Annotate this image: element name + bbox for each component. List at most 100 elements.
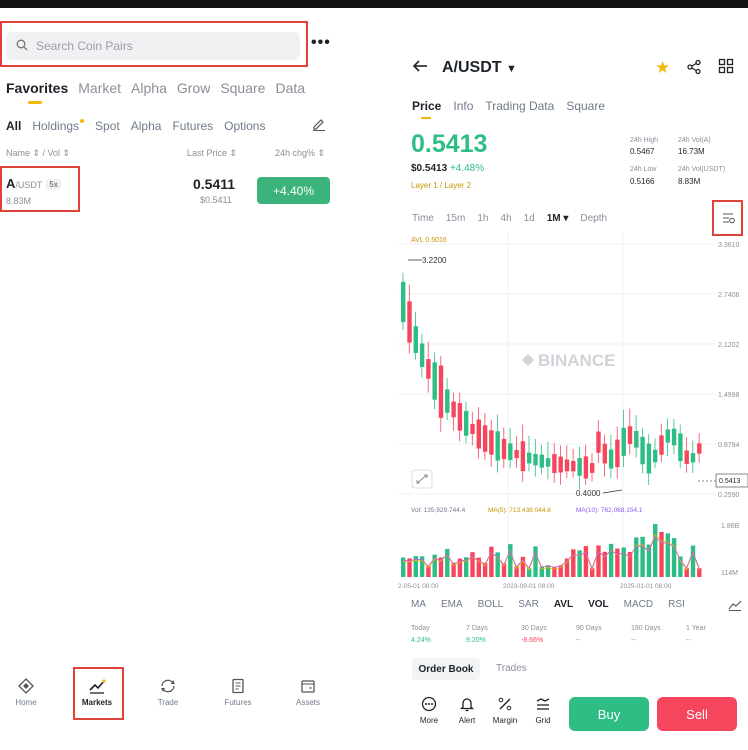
action-grid[interactable]: Grid — [527, 696, 559, 725]
high-marker: 3.2200 — [422, 256, 447, 265]
ind-ma[interactable]: MA — [411, 599, 426, 610]
detail-tabs: Price Info Trading Data Square — [412, 99, 605, 119]
candle — [482, 425, 488, 452]
action-more[interactable]: More — [413, 696, 445, 725]
interval-1d[interactable]: 1d — [524, 213, 535, 224]
interval-tabs: Time 15m 1h 4h 1d 1M ▾ Depth — [412, 213, 607, 224]
volume-bar — [545, 565, 551, 577]
tab-price[interactable]: Price — [412, 99, 441, 119]
action-alert[interactable]: Alert — [451, 696, 483, 725]
candle — [697, 443, 702, 454]
highlight-markets — [73, 667, 124, 720]
price-usd: $0.5413 +4.48% — [411, 163, 484, 174]
tab-square[interactable]: Square — [220, 80, 265, 96]
action-alert-label: Alert — [458, 716, 476, 725]
coin-change-button[interactable]: +4.40% — [257, 177, 330, 204]
interval-time[interactable]: Time — [412, 213, 434, 224]
tab-trades[interactable]: Trades — [496, 663, 527, 674]
interval-1h[interactable]: 1h — [477, 213, 488, 224]
volume-bar — [659, 531, 664, 577]
perf-label: Today — [411, 625, 430, 632]
ind-boll[interactable]: BOLL — [478, 599, 504, 610]
highlight-settings — [712, 200, 743, 236]
ind-avl[interactable]: AVL — [554, 599, 573, 610]
header-last-price[interactable]: Last Price ⇕ — [187, 148, 237, 159]
tab-trading-data[interactable]: Trading Data — [485, 99, 554, 113]
subtab-holdings[interactable]: Holdings — [32, 119, 85, 133]
vol-tick-bottom: 114M — [721, 570, 738, 577]
volume-bar — [634, 537, 639, 577]
candle — [407, 301, 412, 343]
tab-data[interactable]: Data — [275, 80, 305, 96]
candle — [401, 281, 406, 323]
indicator-chart-icon[interactable] — [728, 598, 742, 616]
tab-alpha[interactable]: Alpha — [131, 80, 167, 96]
buy-button[interactable]: Buy — [569, 697, 649, 731]
interval-1m[interactable]: 1M ▾ — [547, 213, 569, 224]
candle — [552, 454, 557, 473]
interval-15m[interactable]: 15m — [446, 213, 465, 224]
more-circle-icon — [421, 696, 437, 716]
y-tick-label: 0.2590 — [718, 492, 740, 499]
nav-assets[interactable]: Assets — [278, 678, 338, 707]
candle — [640, 436, 645, 465]
subtab-all[interactable]: All — [6, 119, 21, 133]
perf-label: 7 Days — [466, 625, 488, 632]
nav-trade[interactable]: Trade — [138, 678, 198, 707]
sell-button[interactable]: Sell — [657, 697, 737, 731]
perf-label: 90 Days — [576, 625, 602, 632]
tab-grow[interactable]: Grow — [177, 80, 210, 96]
coin-last-price: 0.5411 — [193, 176, 236, 192]
star-icon[interactable]: ★ — [655, 58, 670, 78]
action-grid-label: Grid — [535, 716, 551, 725]
wallet-icon — [300, 678, 316, 698]
subtab-spot[interactable]: Spot — [95, 119, 120, 133]
candle — [577, 457, 582, 476]
tab-square[interactable]: Square — [566, 99, 605, 113]
ind-sar[interactable]: SAR — [518, 599, 539, 610]
bell-icon — [459, 696, 475, 716]
nav-futures[interactable]: Futures — [208, 678, 268, 707]
indicator-tabs: MA EMA BOLL SAR AVL VOL MACD RSI — [411, 599, 685, 610]
subtab-futures[interactable]: Futures — [172, 119, 213, 133]
header-name-vol[interactable]: Name ⇕ / Vol ⇕ — [6, 148, 70, 159]
tab-order-book[interactable]: Order Book — [412, 658, 480, 680]
subtab-alpha[interactable]: Alpha — [131, 119, 162, 133]
binance-logo-icon — [522, 354, 534, 366]
binance-watermark: BINANCE — [538, 351, 615, 370]
candle — [489, 430, 494, 455]
back-arrow-icon[interactable] — [412, 58, 428, 79]
ind-vol[interactable]: VOL — [588, 599, 609, 610]
edit-icon[interactable] — [312, 117, 326, 134]
candle — [438, 365, 444, 418]
nav-futures-label: Futures — [224, 698, 252, 707]
header-24h-change[interactable]: 24h chg% ⇕ — [275, 148, 325, 159]
subtab-options[interactable]: Options — [224, 119, 265, 133]
candle — [464, 410, 469, 436]
tab-market[interactable]: Market — [78, 80, 121, 96]
tab-info[interactable]: Info — [453, 99, 473, 113]
grid-icon[interactable] — [718, 58, 734, 78]
nav-home[interactable]: Home — [0, 678, 56, 707]
action-margin[interactable]: Margin — [489, 696, 521, 725]
ind-rsi[interactable]: RSI — [668, 599, 685, 610]
ind-macd[interactable]: MACD — [624, 599, 653, 610]
more-menu-icon[interactable]: ••• — [311, 34, 331, 52]
candle — [545, 458, 551, 467]
share-icon[interactable] — [686, 59, 702, 79]
layer-tag[interactable]: Layer 1 / Layer 2 — [411, 181, 471, 190]
price-change: +4.48% — [449, 163, 485, 174]
coin-price-usd: $0.5411 — [200, 195, 232, 205]
grid-trading-icon — [535, 696, 551, 716]
candle — [646, 443, 652, 474]
perf-value: -8.66% — [521, 637, 544, 644]
price-chart[interactable]: AVL 0.5016 3.2200 0.4000 BINANCE 3.3610 2… — [398, 232, 748, 592]
pair-title[interactable]: A/USDT ▼ — [442, 59, 517, 77]
subtab-holdings-label: Holdings — [32, 119, 80, 133]
interval-4h[interactable]: 4h — [500, 213, 511, 224]
stat-volu-label: 24h Vol(USDT) — [678, 166, 726, 173]
ind-ema[interactable]: EMA — [441, 599, 463, 610]
stat-vola: 16.73M — [678, 147, 705, 156]
tab-favorites[interactable]: Favorites — [6, 80, 68, 104]
interval-depth[interactable]: Depth — [580, 213, 607, 224]
